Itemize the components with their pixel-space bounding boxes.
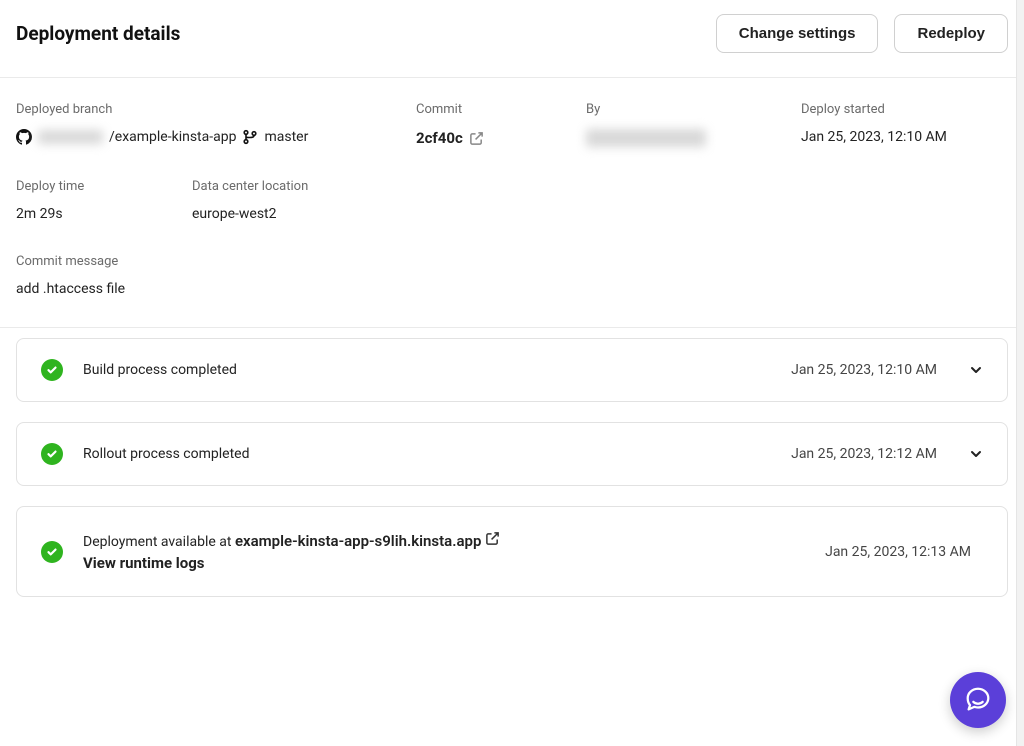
chat-widget-button[interactable] <box>950 672 1006 728</box>
step-deployment-available: Deployment available at example-kinsta-a… <box>16 506 1008 597</box>
field-data-center: Data center location europe-west2 <box>192 179 1008 222</box>
redeploy-button[interactable]: Redeploy <box>894 14 1008 53</box>
external-link-icon[interactable] <box>485 531 500 546</box>
header-actions: Change settings Redeploy <box>716 14 1008 53</box>
chevron-down-icon[interactable] <box>969 447 983 461</box>
step-available-time: Jan 25, 2023, 12:13 AM <box>825 544 971 560</box>
page-title: Deployment details <box>16 22 180 45</box>
success-check-icon <box>41 541 63 563</box>
author-redacted <box>586 129 706 147</box>
field-commit: Commit 2cf40c <box>416 102 546 147</box>
change-settings-button[interactable]: Change settings <box>716 14 879 53</box>
github-icon <box>16 129 32 145</box>
label-commit: Commit <box>416 102 546 117</box>
label-deploy-started: Deploy started <box>801 102 1008 117</box>
deployment-domain[interactable]: example-kinsta-app-s9lih.kinsta.app <box>235 532 482 550</box>
success-check-icon <box>41 443 63 465</box>
deploy-time-value: 2m 29s <box>16 206 152 222</box>
field-deploy-time: Deploy time 2m 29s <box>16 179 152 222</box>
field-deployed-branch: Deployed branch /example-kinsta-app mast… <box>16 102 376 147</box>
deploy-started-value: Jan 25, 2023, 12:10 AM <box>801 129 1008 145</box>
label-deployed-branch: Deployed branch <box>16 102 376 117</box>
repo-owner-redacted <box>38 130 103 144</box>
commit-hash[interactable]: 2cf40c <box>416 129 463 147</box>
scrollbar-gutter <box>1016 0 1024 746</box>
step-build-title: Build process completed <box>83 362 771 378</box>
step-build-time: Jan 25, 2023, 12:10 AM <box>791 362 937 378</box>
external-link-icon[interactable] <box>469 131 484 146</box>
field-by: By <box>586 102 761 147</box>
deployment-details: Deployed branch /example-kinsta-app mast… <box>0 78 1024 327</box>
page-header: Deployment details Change settings Redep… <box>0 0 1024 77</box>
label-deploy-time: Deploy time <box>16 179 152 194</box>
step-rollout-title: Rollout process completed <box>83 446 771 462</box>
field-deploy-started: Deploy started Jan 25, 2023, 12:10 AM <box>801 102 1008 147</box>
step-rollout[interactable]: Rollout process completed Jan 25, 2023, … <box>16 422 1008 486</box>
step-build[interactable]: Build process completed Jan 25, 2023, 12… <box>16 338 1008 402</box>
data-center-value: europe-west2 <box>192 206 1008 222</box>
chevron-down-icon[interactable] <box>969 363 983 377</box>
commit-message-value: add .htaccess file <box>16 281 1008 297</box>
deployment-available-label: Deployment available at <box>83 534 235 550</box>
field-commit-message: Commit message add .htaccess file <box>16 254 1008 297</box>
repo-path: /example-kinsta-app <box>109 129 236 145</box>
step-rollout-time: Jan 25, 2023, 12:12 AM <box>791 446 937 462</box>
label-data-center: Data center location <box>192 179 1008 194</box>
label-commit-message: Commit message <box>16 254 1008 269</box>
git-branch-icon <box>242 129 258 145</box>
branch-name: master <box>264 129 308 145</box>
label-by: By <box>586 102 761 117</box>
success-check-icon <box>41 359 63 381</box>
view-runtime-logs-link[interactable]: View runtime logs <box>83 554 805 572</box>
deployment-steps: Build process completed Jan 25, 2023, 12… <box>0 328 1024 637</box>
